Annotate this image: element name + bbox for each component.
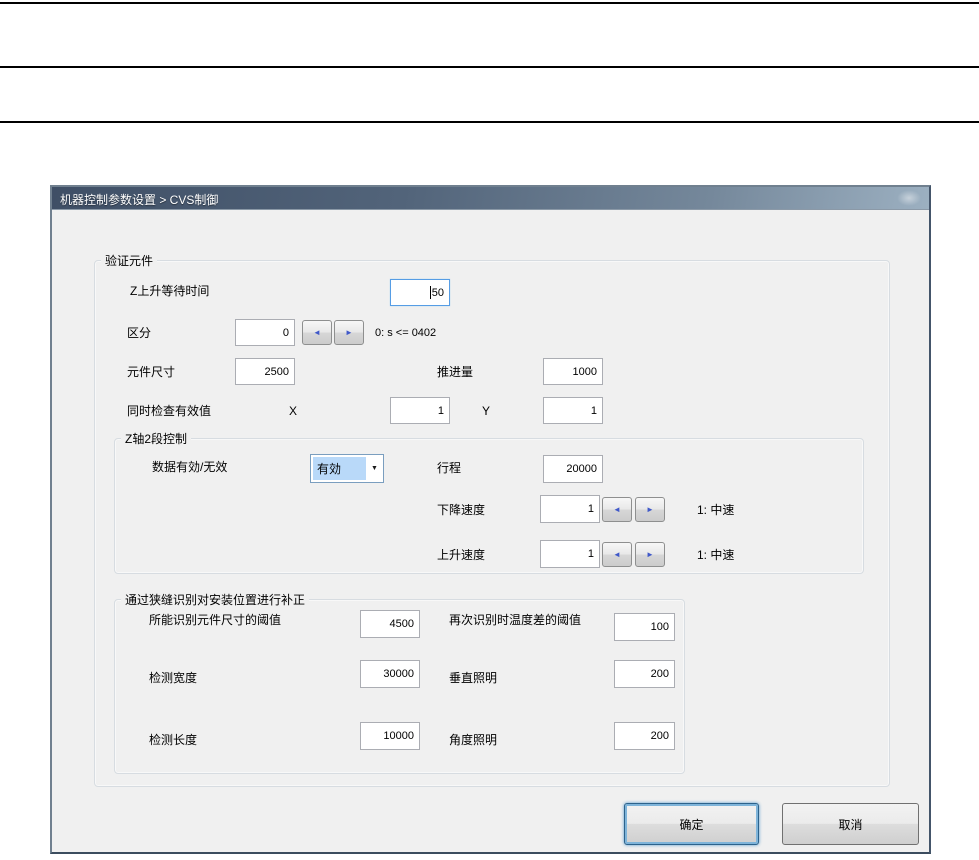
arrow-right-icon: ►	[646, 505, 654, 514]
temp-diff-threshold-value: 100	[650, 621, 669, 633]
size-threshold-label: 所能识别元件尺寸的阈值	[149, 613, 282, 627]
z-rise-wait-input[interactable]: 50	[390, 279, 450, 306]
horizontal-rule-bottom	[0, 121, 979, 123]
vertical-light-label: 垂直照明	[449, 671, 498, 685]
advance-amount-label: 推进量	[437, 365, 474, 379]
verify-component-group-label: 验证元件	[101, 252, 158, 269]
horizontal-rule-top	[0, 2, 979, 4]
arrow-right-icon: ►	[646, 550, 654, 559]
component-size-value: 2500	[264, 365, 289, 378]
detect-length-value: 10000	[383, 730, 414, 742]
detect-length-label: 检测长度	[149, 733, 198, 747]
arrow-left-icon: ◄	[613, 550, 621, 559]
y-axis-label: Y	[482, 404, 491, 418]
rise-speed-value: 1	[587, 548, 594, 560]
descent-speed-hint: 1: 中速	[697, 503, 735, 517]
descent-speed-label: 下降速度	[437, 503, 486, 517]
rise-speed-spin-left-button[interactable]: ◄	[602, 542, 632, 567]
descent-speed-spin-right-button[interactable]: ►	[635, 497, 665, 522]
simultaneous-check-y-value: 1	[590, 404, 597, 417]
angle-light-value: 200	[650, 730, 669, 742]
ok-button-label: 确定	[679, 817, 704, 832]
simultaneous-check-x-value: 1	[437, 404, 444, 417]
rise-speed-label: 上升速度	[437, 548, 486, 562]
category-label: 区分	[127, 326, 152, 340]
rise-speed-hint: 1: 中速	[697, 548, 735, 562]
slit-recognition-group-label: 通过狭缝识别对安装位置进行补正	[121, 591, 310, 608]
descent-speed-input[interactable]: 1	[540, 495, 600, 523]
horizontal-rule-middle	[0, 66, 979, 68]
category-spin-left-button[interactable]: ◄	[302, 320, 332, 345]
detect-length-input[interactable]: 10000	[360, 722, 420, 750]
size-threshold-value: 4500	[389, 618, 414, 630]
arrow-left-icon: ◄	[613, 505, 621, 514]
component-size-label: 元件尺寸	[127, 365, 176, 379]
x-axis-label: X	[289, 404, 298, 418]
data-valid-dropdown[interactable]: 有効 ▼	[310, 454, 384, 483]
category-value: 0	[282, 326, 289, 339]
dialog-title: 机器控制参数设置 > CVS制御	[60, 193, 219, 207]
z-axis-2stage-group-label: Z轴2段控制	[121, 430, 192, 447]
angle-light-input[interactable]: 200	[614, 722, 675, 750]
vertical-light-input[interactable]: 200	[614, 660, 675, 688]
rise-speed-spin-right-button[interactable]: ►	[635, 542, 665, 567]
chevron-down-icon: ▼	[371, 465, 378, 472]
simultaneous-check-label: 同时检查有效值	[127, 404, 212, 418]
temp-diff-threshold-input[interactable]: 100	[614, 613, 675, 641]
data-valid-label: 数据有効/无效	[152, 460, 228, 474]
arrow-right-icon: ►	[345, 328, 353, 337]
machine-control-params-dialog: 机器控制参数设置 > CVS制御 验证元件 Z上升等待时间 50 区分 0 ◄ …	[50, 185, 931, 854]
data-valid-selected-value: 有効	[313, 457, 366, 480]
advance-amount-value: 1000	[572, 365, 597, 378]
category-input[interactable]: 0	[235, 319, 295, 346]
detect-width-label: 检测宽度	[149, 671, 198, 685]
component-size-input[interactable]: 2500	[235, 358, 295, 385]
category-hint: 0: s <= 0402	[375, 327, 437, 339]
detect-width-value: 30000	[383, 668, 414, 680]
simultaneous-check-y-input[interactable]: 1	[543, 397, 603, 424]
advance-amount-input[interactable]: 1000	[543, 358, 603, 385]
dialog-titlebar[interactable]: 机器控制参数设置 > CVS制御	[52, 187, 929, 210]
temp-diff-threshold-label: 再次识别时温度差的阈值	[449, 613, 582, 627]
rise-speed-input[interactable]: 1	[540, 540, 600, 568]
stroke-value: 20000	[566, 463, 597, 475]
document-page: 机器控制参数设置 > CVS制御 验证元件 Z上升等待时间 50 区分 0 ◄ …	[0, 0, 979, 860]
size-threshold-input[interactable]: 4500	[360, 610, 420, 638]
arrow-left-icon: ◄	[313, 328, 321, 337]
descent-speed-value: 1	[587, 503, 594, 515]
stroke-input[interactable]: 20000	[543, 455, 603, 483]
detect-width-input[interactable]: 30000	[360, 660, 420, 688]
descent-speed-spin-left-button[interactable]: ◄	[602, 497, 632, 522]
text-caret	[429, 286, 431, 299]
vertical-light-value: 200	[650, 668, 669, 680]
simultaneous-check-x-input[interactable]: 1	[390, 397, 450, 424]
z-rise-wait-label: Z上升等待时间	[130, 284, 210, 298]
category-spin-right-button[interactable]: ►	[334, 320, 364, 345]
stroke-label: 行程	[437, 461, 462, 475]
cancel-button[interactable]: 取消	[782, 803, 919, 845]
z-rise-wait-value: 50	[431, 286, 444, 299]
close-button-glow-icon	[897, 190, 921, 206]
ok-button[interactable]: 确定	[624, 803, 759, 845]
cancel-button-label: 取消	[838, 817, 863, 832]
angle-light-label: 角度照明	[449, 733, 498, 747]
